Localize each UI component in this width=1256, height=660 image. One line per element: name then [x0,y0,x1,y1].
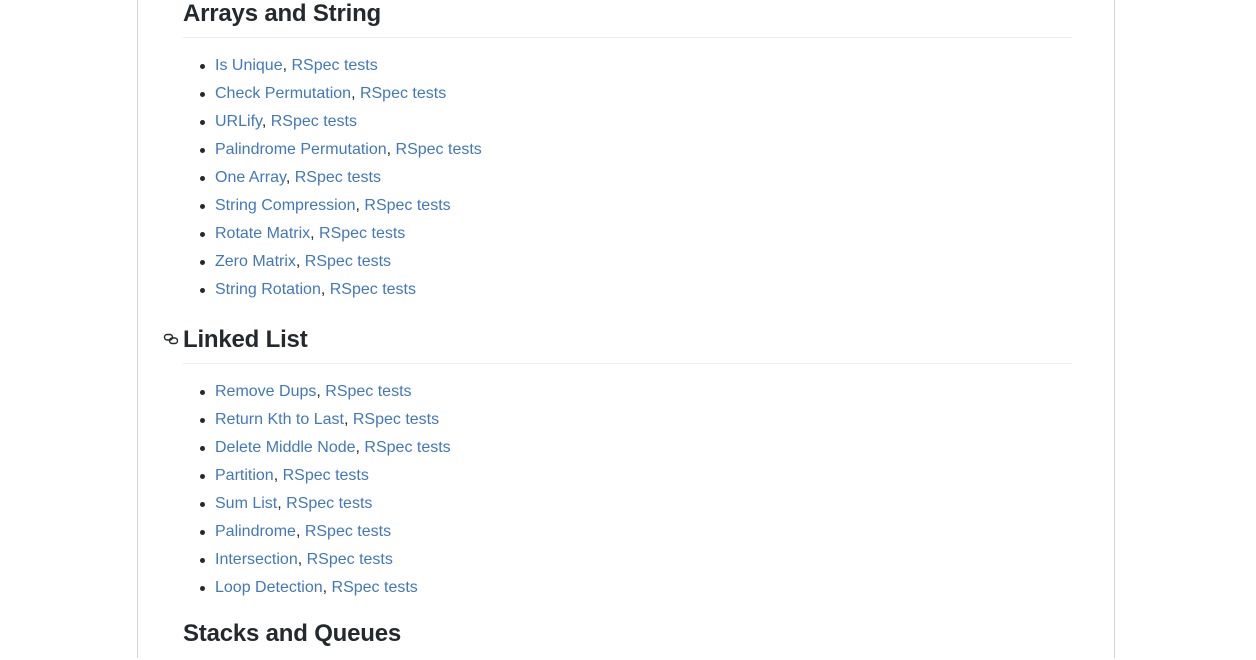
problem-list: Is Unique, RSpec tests Check Permutation… [183,52,1072,304]
list-item: Check Permutation, RSpec tests [183,80,1072,108]
separator: , [320,281,330,298]
problem-link[interactable]: Zero Matrix [215,253,296,270]
rspec-tests-link[interactable]: RSpec tests [291,57,377,74]
section-stacks-and-queues: Stacks and Queues [183,620,1072,660]
problem-link[interactable]: Palindrome [215,523,296,540]
separator: , [316,383,326,400]
rspec-tests-link[interactable]: RSpec tests [283,467,369,484]
section-title: Linked List [183,326,308,353]
readme-container: Arrays and String Is Unique, RSpec tests… [137,0,1115,658]
rspec-tests-link[interactable]: RSpec tests [364,439,450,456]
bullet [200,418,205,423]
bullet [200,502,205,507]
list-item: Loop Detection, RSpec tests [183,574,1072,602]
separator: , [277,495,287,512]
problem-link[interactable]: Loop Detection [215,579,323,596]
rspec-tests-link[interactable]: RSpec tests [364,197,450,214]
separator: , [285,169,295,186]
bullet [200,64,205,69]
problem-link[interactable]: Delete Middle Node [215,439,356,456]
problem-link[interactable]: String Compression [215,197,356,214]
link-icon[interactable] [163,331,181,349]
section-title: Arrays and String [183,0,381,27]
bullet [200,586,205,591]
bullet [200,148,205,153]
rspec-tests-link[interactable]: RSpec tests [295,169,381,186]
section-heading: Stacks and Queues [183,620,1072,660]
list-item: String Compression, RSpec tests [183,192,1072,220]
problem-link[interactable]: URLify [215,113,262,130]
separator: , [297,551,307,568]
bullet [200,474,205,479]
problem-link[interactable]: Partition [215,467,274,484]
separator: , [261,113,271,130]
list-item: Rotate Matrix, RSpec tests [183,220,1072,248]
rspec-tests-link[interactable]: RSpec tests [332,579,418,596]
list-item: Delete Middle Node, RSpec tests [183,434,1072,462]
problem-link[interactable]: One Array [215,169,286,186]
problem-link[interactable]: Remove Dups [215,383,316,400]
separator: , [343,411,353,428]
separator: , [322,579,332,596]
problem-link[interactable]: Sum List [215,495,277,512]
rspec-tests-link[interactable]: RSpec tests [353,411,439,428]
problem-link[interactable]: Rotate Matrix [215,225,310,242]
separator: , [310,225,320,242]
rspec-tests-link[interactable]: RSpec tests [307,551,393,568]
list-item: One Array, RSpec tests [183,164,1072,192]
section-heading: Arrays and String [183,0,1072,38]
section-title: Stacks and Queues [183,620,402,647]
section-linked-list: Linked List Remove Dups, RSpec tests Ret… [163,324,1072,602]
list-item: Is Unique, RSpec tests [183,52,1072,80]
separator: , [273,467,283,484]
section-heading: Linked List [163,324,1072,364]
problem-link[interactable]: Return Kth to Last [215,411,344,428]
problem-list: Remove Dups, RSpec tests Return Kth to L… [183,378,1072,602]
rspec-tests-link[interactable]: RSpec tests [271,113,357,130]
list-item: Palindrome, RSpec tests [183,518,1072,546]
list-item: Remove Dups, RSpec tests [183,378,1072,406]
list-item: Intersection, RSpec tests [183,546,1072,574]
bullet [200,288,205,293]
rspec-tests-link[interactable]: RSpec tests [286,495,372,512]
rspec-tests-link[interactable]: RSpec tests [305,523,391,540]
separator: , [295,253,305,270]
separator: , [386,141,396,158]
bullet [200,558,205,563]
bullet [200,390,205,395]
list-item: Partition, RSpec tests [183,462,1072,490]
list-item: Palindrome Permutation, RSpec tests [183,136,1072,164]
separator: , [351,85,360,102]
bullet [200,120,205,125]
bullet [200,176,205,181]
bullet [200,260,205,265]
problem-link[interactable]: Intersection [215,551,298,568]
rspec-tests-link[interactable]: RSpec tests [319,225,405,242]
bullet [200,204,205,209]
rspec-tests-link[interactable]: RSpec tests [325,383,411,400]
bullet [200,92,205,97]
section-arrays-and-string: Arrays and String Is Unique, RSpec tests… [183,0,1072,304]
problem-link[interactable]: Check Permutation [215,85,351,102]
rspec-tests-link[interactable]: RSpec tests [330,281,416,298]
problem-link[interactable]: String Rotation [215,281,321,298]
problem-link[interactable]: Is Unique [215,57,283,74]
problem-link[interactable]: Palindrome Permutation [215,141,387,158]
list-item: URLify, RSpec tests [183,108,1072,136]
list-item: String Rotation, RSpec tests [183,276,1072,304]
bullet [200,530,205,535]
bullet [200,446,205,451]
rspec-tests-link[interactable]: RSpec tests [305,253,391,270]
rspec-tests-link[interactable]: RSpec tests [396,141,482,158]
separator: , [295,523,305,540]
bullet [200,232,205,237]
list-item: Zero Matrix, RSpec tests [183,248,1072,276]
list-item: Return Kth to Last, RSpec tests [183,406,1072,434]
list-item: Sum List, RSpec tests [183,490,1072,518]
rspec-tests-link[interactable]: RSpec tests [360,85,446,102]
